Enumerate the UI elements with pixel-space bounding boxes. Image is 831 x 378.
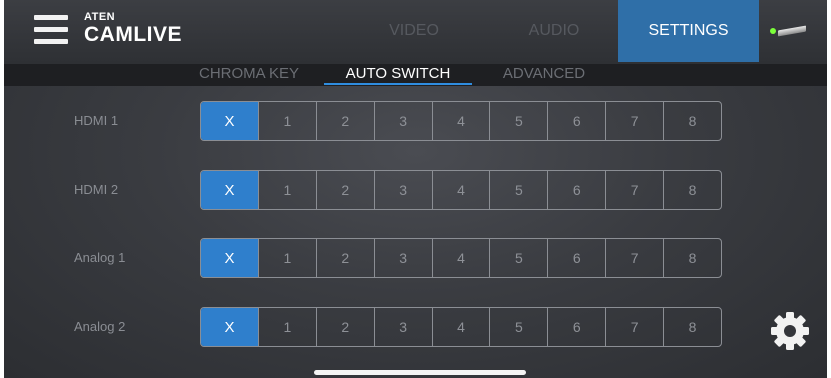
- option-5[interactable]: 5: [489, 171, 547, 209]
- option-8[interactable]: 8: [663, 102, 721, 140]
- option-6[interactable]: 6: [547, 239, 605, 277]
- option-6[interactable]: 6: [547, 171, 605, 209]
- tab-audio[interactable]: AUDIO: [499, 0, 609, 62]
- option-8[interactable]: 8: [663, 239, 721, 277]
- option-1[interactable]: 1: [257, 308, 316, 346]
- device-led-indicator: [770, 28, 776, 34]
- segmented-control-analog-1: X 1 2 3 4 5 6 7 8: [200, 238, 722, 278]
- option-4[interactable]: 4: [431, 239, 490, 277]
- device-body: [778, 25, 806, 37]
- option-7[interactable]: 7: [605, 102, 663, 140]
- option-3[interactable]: 3: [373, 102, 432, 140]
- row-label-hdmi-1: HDMI 1: [74, 113, 119, 128]
- brand-small: ATEN: [84, 11, 116, 23]
- segmented-control-hdmi-1: X 1 2 3 4 5 6 7 8: [200, 101, 722, 141]
- option-x[interactable]: X: [201, 308, 258, 346]
- option-6[interactable]: 6: [547, 102, 605, 140]
- option-x[interactable]: X: [201, 239, 258, 277]
- option-2[interactable]: 2: [315, 171, 374, 209]
- option-4[interactable]: 4: [431, 171, 490, 209]
- gear-icon[interactable]: [770, 311, 810, 351]
- option-x[interactable]: X: [201, 102, 258, 140]
- brand-logo: ATEN CAMLIVE: [84, 11, 182, 47]
- subtab-chroma-key[interactable]: CHROMA KEY: [184, 64, 314, 84]
- segmented-control-analog-2: X 1 2 3 4 5 6 7 8: [200, 307, 722, 347]
- option-2[interactable]: 2: [315, 102, 374, 140]
- device-status-icon[interactable]: [770, 25, 810, 37]
- option-4[interactable]: 4: [431, 102, 490, 140]
- option-3[interactable]: 3: [373, 171, 432, 209]
- hamburger-menu-icon[interactable]: [34, 15, 68, 45]
- option-7[interactable]: 7: [605, 239, 663, 277]
- option-3[interactable]: 3: [373, 308, 432, 346]
- option-1[interactable]: 1: [257, 102, 316, 140]
- brand-name: CAMLIVE: [84, 23, 182, 46]
- option-7[interactable]: 7: [605, 171, 663, 209]
- tab-video[interactable]: VIDEO: [359, 0, 469, 62]
- option-7[interactable]: 7: [605, 308, 663, 346]
- top-bar: ATEN CAMLIVE VIDEO AUDIO SETTINGS: [4, 0, 827, 64]
- row-label-analog-2: Analog 2: [74, 319, 126, 334]
- option-5[interactable]: 5: [489, 239, 547, 277]
- option-x[interactable]: X: [201, 171, 258, 209]
- app-frame: ATEN CAMLIVE VIDEO AUDIO SETTINGS CHROMA…: [4, 0, 827, 378]
- option-4[interactable]: 4: [431, 308, 490, 346]
- option-2[interactable]: 2: [315, 239, 374, 277]
- segmented-control-hdmi-2: X 1 2 3 4 5 6 7 8: [200, 170, 722, 210]
- option-8[interactable]: 8: [663, 171, 721, 209]
- option-8[interactable]: 8: [663, 308, 721, 346]
- option-1[interactable]: 1: [257, 239, 316, 277]
- active-subtab-underline: [324, 83, 472, 85]
- option-1[interactable]: 1: [257, 171, 316, 209]
- option-5[interactable]: 5: [489, 308, 547, 346]
- row-label-hdmi-2: HDMI 2: [74, 182, 119, 197]
- row-label-analog-1: Analog 1: [74, 250, 126, 265]
- subtab-advanced[interactable]: ADVANCED: [488, 64, 600, 84]
- subtab-auto-switch[interactable]: AUTO SWITCH: [324, 64, 472, 84]
- home-indicator[interactable]: [314, 370, 526, 375]
- option-2[interactable]: 2: [315, 308, 374, 346]
- option-3[interactable]: 3: [373, 239, 432, 277]
- tab-settings[interactable]: SETTINGS: [618, 0, 759, 62]
- sub-tab-bar: CHROMA KEY AUTO SWITCH ADVANCED: [4, 64, 827, 86]
- option-6[interactable]: 6: [547, 308, 605, 346]
- option-5[interactable]: 5: [489, 102, 547, 140]
